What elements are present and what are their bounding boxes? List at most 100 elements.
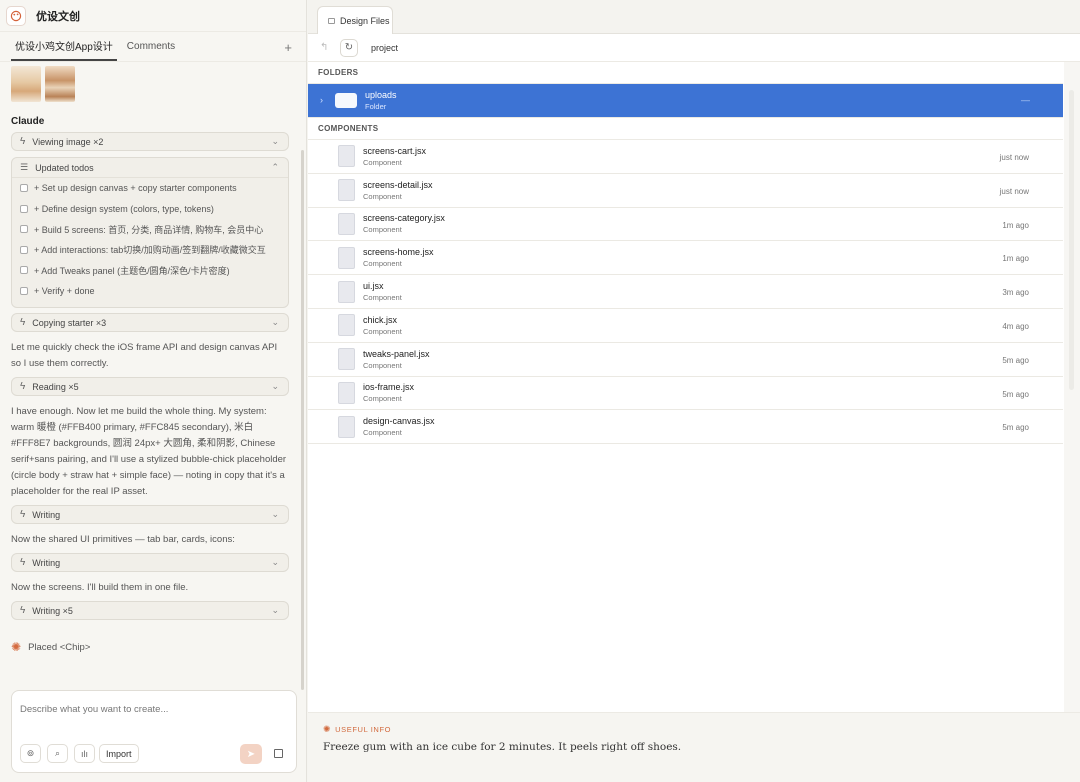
files-scrollbar[interactable]: [1064, 62, 1080, 712]
todo-item: + Add interactions: tab切换/加购动画/签到翻牌/收藏微交…: [12, 240, 288, 261]
tool-call-reading[interactable]: ϟ Reading ×5 ⌄: [11, 377, 289, 396]
file-row[interactable]: screens-home.jsx Component 1m ago: [308, 241, 1063, 276]
status-text: Placed <Chip>: [28, 641, 91, 653]
folder-icon: [328, 17, 335, 24]
checkbox[interactable]: [20, 184, 28, 193]
file-icon: [338, 280, 355, 303]
assistant-message: Let me quickly check the iOS frame API a…: [11, 342, 278, 369]
status-placed: ✺ Placed <Chip>: [11, 640, 289, 654]
import-button[interactable]: Import: [99, 744, 139, 763]
chevron-down-icon: ⌄: [271, 381, 279, 391]
checkbox[interactable]: [20, 245, 28, 254]
file-meta: ios-frame.jsx Component: [363, 382, 414, 403]
file-icon: [338, 145, 355, 168]
file-meta: screens-cart.jsx Component: [363, 146, 426, 167]
todo-item: + Define design system (colors, type, to…: [12, 199, 288, 220]
chat-scrollbar[interactable]: [301, 150, 304, 690]
list-icon: ☰: [20, 162, 29, 172]
checkbox[interactable]: [20, 266, 28, 275]
tool-call-label: Writing: [32, 509, 61, 520]
file-row[interactable]: ios-frame.jsx Component 5m ago: [308, 377, 1063, 411]
file-meta: design-canvas.jsx Component: [363, 416, 435, 437]
file-meta: screens-detail.jsx Component: [363, 180, 433, 201]
tool-call-label: Viewing image ×2: [32, 136, 104, 147]
back-icon[interactable]: ↰: [320, 42, 334, 53]
file-kind: Component: [363, 428, 402, 438]
todo-list: ☰ Updated todos ⌃ + Set up design canvas…: [11, 157, 289, 308]
palette-icon[interactable]: [6, 5, 26, 26]
tab-comments[interactable]: Comments: [123, 32, 179, 61]
file-meta: chick.jsx Component: [363, 315, 402, 336]
files-toolbar: ↰ ↻ project: [308, 34, 1080, 62]
stop-button[interactable]: [268, 744, 289, 763]
chevron-down-icon: ⌄: [271, 136, 279, 146]
chat-tabs: 优设小鸡文创App设计 Comments +: [0, 32, 306, 62]
chevron-up-icon: ⌃: [271, 162, 279, 172]
send-icon: ➤: [246, 748, 256, 760]
audio-icon[interactable]: ılı: [74, 744, 95, 763]
tool-call-copying-starter[interactable]: ϟ Copying starter ×3 ⌄: [11, 313, 289, 332]
tab-design-files[interactable]: Design Files: [317, 6, 393, 34]
sparkle-icon: ✺: [11, 640, 22, 654]
file-name: screens-home.jsx: [363, 247, 434, 258]
file-modified: 3m ago: [1002, 288, 1029, 298]
chevron-right-icon[interactable]: ›: [320, 95, 323, 105]
todo-item: + Set up design canvas + copy starter co…: [12, 178, 288, 199]
image-thumbnail[interactable]: [11, 66, 41, 102]
file-icon: [338, 348, 355, 371]
checkbox[interactable]: [20, 286, 28, 295]
file-name: design-canvas.jsx: [363, 416, 435, 427]
tool-call-label: Writing: [32, 557, 61, 568]
todo-header[interactable]: ☰ Updated todos ⌃: [12, 158, 288, 178]
file-row[interactable]: chick.jsx Component 4m ago: [308, 309, 1063, 343]
tool-call-writing-multi[interactable]: ϟ Writing ×5 ⌄: [11, 601, 289, 620]
bolt-icon: ϟ: [20, 557, 26, 568]
tool-call-label: Reading ×5: [32, 381, 79, 392]
file-row[interactable]: tweaks-panel.jsx Component 5m ago: [308, 343, 1063, 377]
refresh-icon[interactable]: ↻: [340, 38, 358, 57]
attach-icon[interactable]: ⌕: [47, 744, 68, 763]
file-modified: 5m ago: [1002, 355, 1029, 365]
file-row[interactable]: ui.jsx Component 3m ago: [308, 275, 1063, 309]
checkbox[interactable]: [20, 225, 28, 234]
file-name: chick.jsx: [363, 314, 398, 325]
add-tab-icon[interactable]: +: [284, 40, 292, 55]
file-icon: [338, 212, 355, 235]
section-folders: FOLDERS: [308, 62, 1063, 84]
chevron-down-icon: ⌄: [271, 317, 279, 327]
settings-icon[interactable]: ⊚: [20, 744, 41, 763]
file-kind: Component: [363, 259, 402, 269]
chevron-down-icon: ⌄: [271, 557, 279, 567]
file-row[interactable]: screens-detail.jsx Component just now: [308, 174, 1063, 208]
send-button[interactable]: ➤: [240, 744, 262, 764]
file-kind: Component: [363, 157, 402, 167]
scroll-thumb[interactable]: [1069, 90, 1074, 390]
file-row[interactable]: screens-cart.jsx Component just now: [308, 140, 1063, 174]
chat-thread: Claude ϟ Viewing image ×2 ⌄ ☰ Updated to…: [0, 62, 300, 684]
folder-row-uploads[interactable]: › uploads Folder —: [308, 84, 1063, 118]
tool-call-label: Copying starter ×3: [32, 317, 107, 328]
breadcrumb[interactable]: project: [371, 43, 398, 53]
tool-call-writing[interactable]: ϟ Writing ⌄: [11, 553, 289, 572]
folder-name: uploads: [365, 90, 397, 100]
file-name: ui.jsx: [363, 281, 384, 292]
file-row[interactable]: screens-category.jsx Component 1m ago: [308, 208, 1063, 242]
prompt-input[interactable]: Describe what you want to create...: [20, 704, 168, 715]
tool-call-label: Writing ×5: [32, 605, 73, 616]
file-icon: [338, 381, 355, 404]
app-header: 优设文创: [0, 0, 306, 32]
file-kind: Component: [363, 293, 402, 303]
tool-call-writing[interactable]: ϟ Writing ⌄: [11, 505, 289, 524]
file-icon: [338, 314, 355, 337]
bolt-icon: ϟ: [20, 605, 26, 616]
file-meta: uploads Folder: [365, 90, 397, 111]
checkbox[interactable]: [20, 204, 28, 213]
file-row[interactable]: design-canvas.jsx Component 5m ago: [308, 410, 1063, 445]
image-thumbnail[interactable]: [45, 66, 75, 102]
tab-project[interactable]: 优设小鸡文创App设计: [11, 32, 117, 61]
assistant-message: Now the screens. I'll build them in one …: [11, 582, 189, 593]
file-icon: [338, 179, 355, 202]
tool-call-viewing-image[interactable]: ϟ Viewing image ×2 ⌄: [11, 132, 289, 151]
file-modified: 5m ago: [1002, 423, 1029, 433]
bolt-icon: ϟ: [20, 136, 26, 147]
